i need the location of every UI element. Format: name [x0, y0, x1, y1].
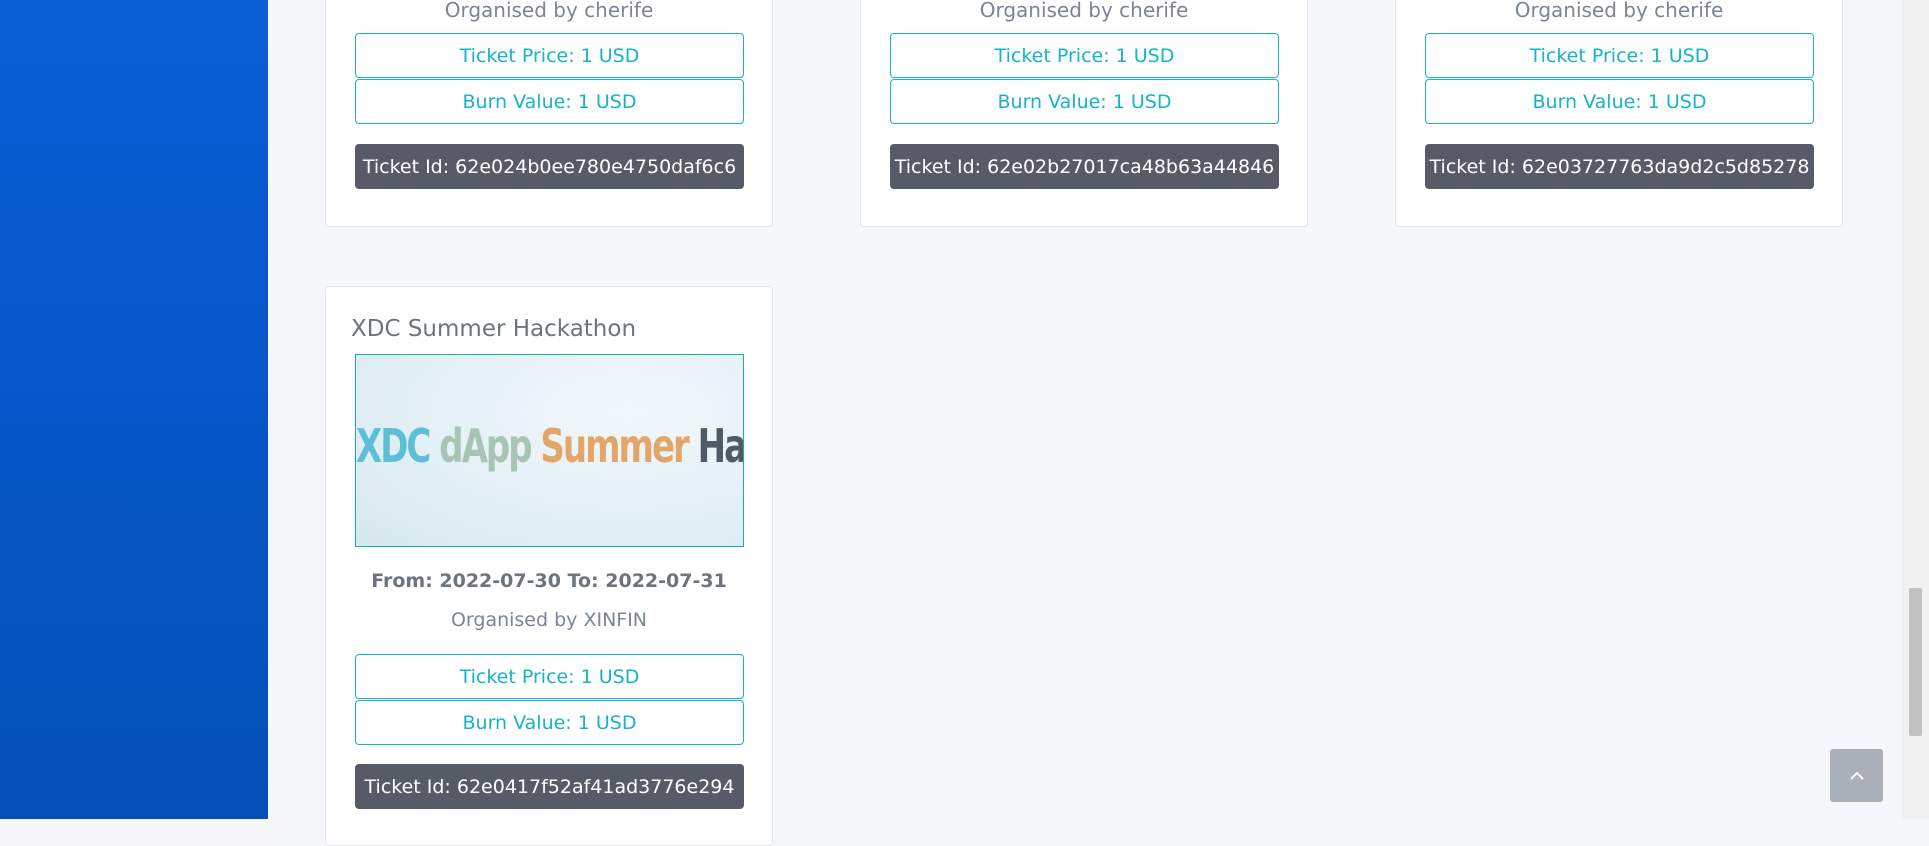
event-card: Organised by cherife Ticket Price: 1 USD…: [325, 0, 773, 227]
vertical-scrollbar[interactable]: [1902, 0, 1929, 819]
banner-word: Summer: [540, 420, 689, 474]
ticket-id-button[interactable]: Ticket Id: 62e0417f52af41ad3776e294: [355, 764, 744, 809]
ticket-price-button[interactable]: Ticket Price: 1 USD: [355, 654, 744, 699]
event-card: Organised by cherife Ticket Price: 1 USD…: [860, 0, 1308, 227]
ticket-id-button[interactable]: Ticket Id: 62e02b27017ca48b63a44846: [890, 144, 1279, 189]
organiser-text: Organised by cherife: [1514, 0, 1724, 22]
burn-value-button[interactable]: Burn Value: 1 USD: [890, 79, 1279, 124]
burn-value-button[interactable]: Burn Value: 1 USD: [1425, 79, 1814, 124]
ticket-price-button[interactable]: Ticket Price: 1 USD: [1425, 33, 1814, 78]
ticket-id-button[interactable]: Ticket Id: 62e024b0ee780e4750daf6c6: [355, 144, 744, 189]
burn-value-button[interactable]: Burn Value: 1 USD: [355, 700, 744, 745]
event-dates: From: 2022-07-30 To: 2022-07-31: [371, 570, 727, 592]
event-card: Organised by cherife Ticket Price: 1 USD…: [1395, 0, 1843, 227]
sidebar: [0, 0, 268, 819]
banner-text: XDC dApp Summer Hackathon: [356, 420, 743, 474]
banner-word: dApp: [439, 420, 532, 474]
ticket-price-button[interactable]: Ticket Price: 1 USD: [355, 33, 744, 78]
event-title: XDC Summer Hackathon: [351, 316, 637, 342]
scrollbar-thumb[interactable]: [1909, 588, 1922, 736]
main-content: Organised by cherife Ticket Price: 1 USD…: [268, 0, 1902, 846]
event-banner-image[interactable]: XDC dApp Summer Hackathon: [355, 354, 744, 547]
organiser-text: Organised by cherife: [979, 0, 1189, 22]
chevron-up-icon: [1849, 771, 1864, 780]
back-to-top-button[interactable]: [1830, 749, 1883, 802]
banner-word: Hackathon: [697, 420, 744, 474]
burn-value-button[interactable]: Burn Value: 1 USD: [355, 79, 744, 124]
event-card-xdc-summer-hackathon: XDC Summer Hackathon XDC dApp Summer Hac…: [325, 286, 773, 846]
banner-word: XDC: [356, 420, 431, 474]
organiser-text: Organised by XINFIN: [450, 609, 648, 631]
ticket-price-button[interactable]: Ticket Price: 1 USD: [890, 33, 1279, 78]
organiser-text: Organised by cherife: [444, 0, 654, 22]
ticket-id-button[interactable]: Ticket Id: 62e03727763da9d2c5d85278: [1425, 144, 1814, 189]
